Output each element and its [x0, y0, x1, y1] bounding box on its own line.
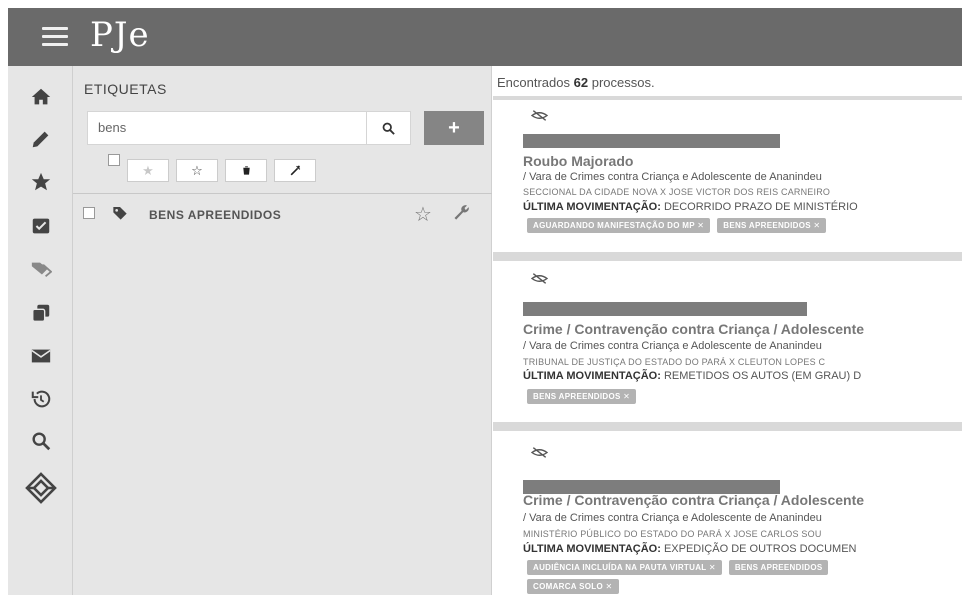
results-count-number: 62	[573, 75, 589, 90]
process-parties: MINISTÉRIO PÚBLICO DO ESTADO DO PARÁ X J…	[523, 529, 822, 539]
hamburger-menu-icon[interactable]	[42, 27, 68, 47]
tag-chip[interactable]: BENS APREENDIDOS ✕	[717, 218, 827, 233]
redacted-process-number	[523, 302, 807, 316]
app-logo[interactable]: PJe	[90, 15, 150, 55]
eye-slash-icon[interactable]	[531, 110, 548, 121]
chip-list: BENS APREENDIDOS ✕	[527, 389, 637, 404]
results-count: Encontrados 62 processos.	[497, 75, 655, 90]
tag-icon	[113, 207, 127, 220]
tag-chip[interactable]: AUDIÊNCIA INCLUÍDA NA PAUTA VIRTUAL ✕	[527, 560, 722, 575]
trash-icon	[242, 166, 250, 175]
chip-list: COMARCA SOLO ✕	[527, 579, 619, 594]
star-icon[interactable]	[8, 165, 73, 199]
copy-icon[interactable]	[8, 296, 73, 330]
card-separator	[493, 252, 962, 261]
remove-filter-button[interactable]	[274, 159, 316, 182]
search-button[interactable]	[367, 111, 411, 145]
tag-checkbox[interactable]	[83, 207, 95, 219]
favorite-button[interactable]: ☆	[176, 159, 218, 182]
inbox-check-icon[interactable]	[8, 209, 73, 243]
process-court: / Vara de Crimes contra Criança e Adoles…	[523, 512, 822, 524]
pencil-icon[interactable]	[8, 122, 73, 156]
wand-off-icon	[290, 165, 300, 176]
results-panel: Encontrados 62 processos. Roubo Majorado…	[493, 66, 962, 595]
card-separator	[493, 422, 962, 431]
last-movement-value: REMETIDOS OS AUTOS (EM GRAU) D	[663, 370, 862, 382]
favorite-filled-button[interactable]: ★	[127, 159, 169, 182]
tag-chip[interactable]: COMARCA SOLO ✕	[527, 579, 619, 594]
tags-panel: ETIQUETAS bens + ★ ☆ BENS APREENDIDOS ☆	[73, 66, 492, 595]
select-all-checkbox[interactable]	[108, 154, 120, 166]
network-icon[interactable]	[8, 466, 73, 510]
tag-toolbar: ★ ☆	[127, 159, 316, 182]
results-count-suffix: processos.	[591, 75, 655, 90]
panel-divider	[73, 193, 492, 194]
tag-chip[interactable]: AGUARDANDO MANIFESTAÇÃO DO MP ✕	[527, 218, 711, 233]
last-movement-label: ÚLTIMA MOVIMENTAÇÃO:	[523, 370, 661, 382]
tag-label[interactable]: BENS APREENDIDOS	[149, 208, 281, 222]
process-court: / Vara de Crimes contra Criança e Adoles…	[523, 171, 822, 183]
process-parties: SECCIONAL DA CIDADE NOVA X JOSE VICTOR D…	[523, 187, 831, 197]
star-filled-icon: ★	[142, 162, 154, 178]
wrench-icon[interactable]	[452, 203, 472, 223]
tag-search-input[interactable]: bens	[87, 111, 367, 145]
tags-icon[interactable]	[8, 252, 73, 286]
last-movement: ÚLTIMA MOVIMENTAÇÃO: EXPEDIÇÃO DE OUTROS…	[523, 543, 856, 555]
panel-title: ETIQUETAS	[84, 81, 167, 97]
last-movement-label: ÚLTIMA MOVIMENTAÇÃO:	[523, 201, 661, 213]
envelope-icon[interactable]	[8, 339, 73, 373]
top-bar: PJe	[8, 8, 962, 66]
delete-button[interactable]	[225, 159, 267, 182]
process-card: Crime / Contravenção contra Criança / Ad…	[493, 261, 962, 421]
process-card: Roubo Majorado / Vara de Crimes contra C…	[493, 100, 962, 260]
tag-chip[interactable]: BENS APREENDIDOS ✕	[527, 389, 637, 404]
chip-list: AGUARDANDO MANIFESTAÇÃO DO MP ✕ BENS APR…	[527, 218, 827, 233]
results-count-prefix: Encontrados	[497, 75, 570, 90]
home-icon[interactable]	[8, 80, 73, 114]
star-outline-icon: ☆	[191, 162, 203, 178]
last-movement-value: DECORRIDO PRAZO DE MINISTÉRIO	[663, 201, 858, 213]
process-court: / Vara de Crimes contra Criança e Adoles…	[523, 340, 822, 352]
magnifier-icon	[382, 122, 395, 135]
eye-slash-icon[interactable]	[531, 447, 548, 458]
add-tag-button[interactable]: +	[424, 111, 484, 145]
eye-slash-icon[interactable]	[531, 273, 548, 284]
tag-favorite-star-icon[interactable]: ☆	[414, 202, 432, 227]
last-movement-label: ÚLTIMA MOVIMENTAÇÃO:	[523, 543, 661, 555]
last-movement: ÚLTIMA MOVIMENTAÇÃO: REMETIDOS OS AUTOS …	[523, 370, 861, 382]
search-icon[interactable]	[8, 424, 73, 458]
process-title[interactable]: Roubo Majorado	[523, 153, 633, 169]
chip-list: AUDIÊNCIA INCLUÍDA NA PAUTA VIRTUAL ✕ BE…	[527, 560, 829, 575]
redacted-process-number	[523, 134, 780, 148]
process-card: Crime / Contravenção contra Criança / Ad…	[493, 431, 962, 595]
last-movement-value: EXPEDIÇÃO DE OUTROS DOCUMEN	[663, 543, 857, 555]
last-movement: ÚLTIMA MOVIMENTAÇÃO: DECORRIDO PRAZO DE …	[523, 201, 858, 213]
process-parties: TRIBUNAL DE JUSTIÇA DO ESTADO DO PARÁ X …	[523, 357, 826, 367]
left-nav	[8, 66, 73, 595]
process-title[interactable]: Crime / Contravenção contra Criança / Ad…	[523, 321, 864, 337]
tag-chip[interactable]: BENS APREENDIDOS	[728, 560, 829, 575]
history-icon[interactable]	[8, 382, 73, 416]
tag-row[interactable]: BENS APREENDIDOS ☆	[73, 202, 492, 226]
process-title[interactable]: Crime / Contravenção contra Criança / Ad…	[523, 492, 864, 508]
